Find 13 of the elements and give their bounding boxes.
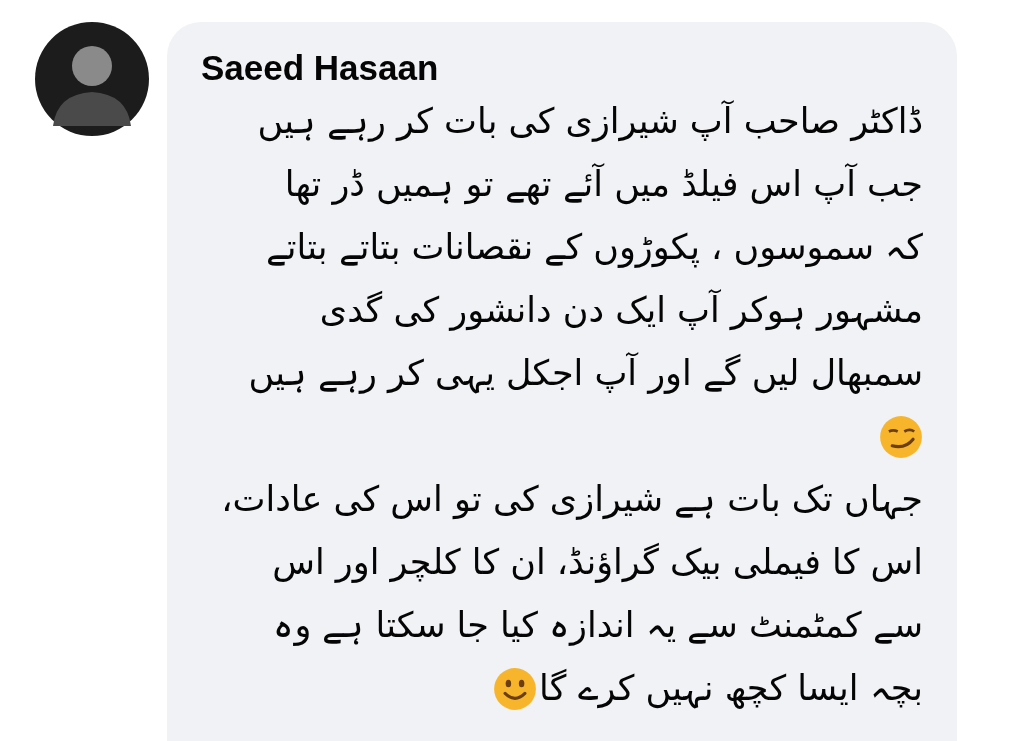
- smiling-face-icon: [493, 666, 538, 711]
- comment-text: جب آپ اس فیلڈ میں آئے تھے تو ہمیں ڈر تھا: [284, 162, 923, 207]
- comment-text: سے کمٹمنٹ سے یہ اندازہ کیا جا سکتا ہے وہ: [273, 604, 923, 648]
- comment-text: بچہ ایسا کچھ نہیں کرے گا: [539, 667, 923, 711]
- comment-text: ڈاکٹر صاحب آپ شیرازی کی بات کر رہے ہیں: [257, 99, 923, 144]
- avatar-icon[interactable]: [35, 22, 149, 136]
- comment-text: سمبھال لیں گے اور آپ اجکل یہی کر رہے ہیں: [248, 351, 923, 396]
- comment-text: جہاں تک بات ہے شیرازی کی تو اس کی عادات،: [221, 478, 923, 522]
- author-name[interactable]: Saeed Hasaan: [201, 46, 923, 90]
- comment-text: اس کا فیملی بیک گراؤنڈ، ان کا کلچر اور اس: [272, 541, 923, 585]
- smirking-face-icon: [879, 414, 923, 459]
- comment-text: مشہور ہوکر آپ ایک دن دانشور کی گدی: [319, 288, 923, 333]
- comment-text: کہ سموسوں ، پکوڑوں کے نقصانات بتاتے بتاتے: [265, 226, 923, 270]
